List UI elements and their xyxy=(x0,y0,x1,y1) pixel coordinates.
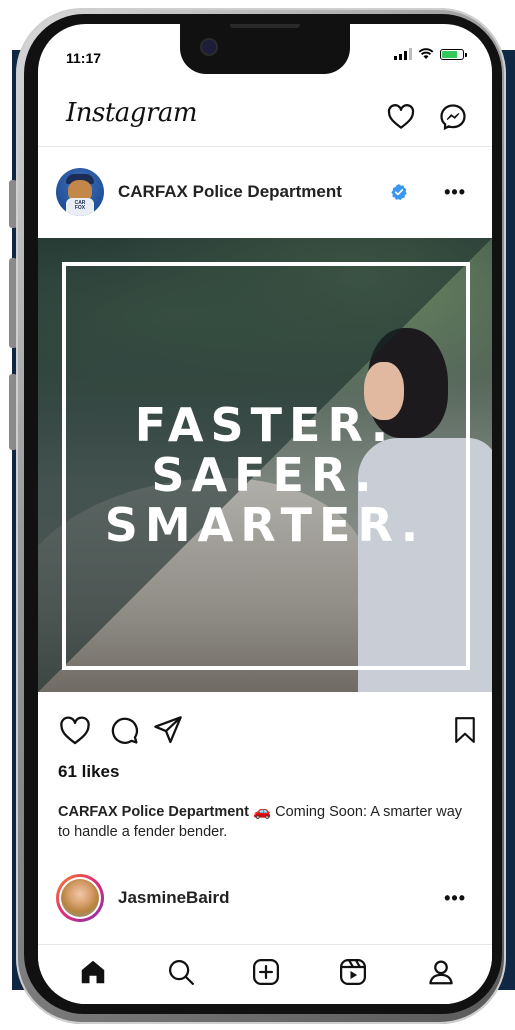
profile-icon[interactable] xyxy=(426,957,456,987)
comment-icon[interactable] xyxy=(108,714,140,746)
avatar[interactable] xyxy=(56,874,104,922)
signal-icon xyxy=(394,48,412,60)
post-image[interactable]: FASTER. SAFER. SMARTER. xyxy=(38,238,492,692)
image-text-line: SMARTER. xyxy=(104,498,426,552)
share-icon[interactable] xyxy=(152,714,184,746)
phone-notch xyxy=(180,24,350,74)
post-header: CAR FOX CARFAX Police Department ••• xyxy=(38,166,492,222)
wifi-icon xyxy=(418,48,434,59)
phone-screen: 11:17 Instagram CAR FOX CARFAX Police De… xyxy=(38,24,492,1004)
heart-icon[interactable] xyxy=(58,714,92,748)
battery-fill xyxy=(442,50,457,58)
more-options-icon[interactable]: ••• xyxy=(444,182,466,203)
instagram-logo[interactable]: Instagram xyxy=(66,98,198,128)
post-username[interactable]: CARFAX Police Department xyxy=(118,182,342,202)
likes-count[interactable]: 61 likes xyxy=(58,762,119,782)
status-time: 11:17 xyxy=(66,50,102,66)
car-emoji: 🚗 xyxy=(253,804,272,820)
front-camera xyxy=(202,40,216,54)
image-headline: FASTER. SAFER. SMARTER. xyxy=(38,400,492,550)
bookmark-icon[interactable] xyxy=(450,714,480,746)
reels-icon[interactable] xyxy=(338,957,368,987)
battery-icon xyxy=(440,48,467,60)
heart-icon[interactable] xyxy=(386,102,416,132)
image-text-line: FASTER. xyxy=(134,398,396,452)
status-icons xyxy=(394,48,467,60)
home-icon[interactable] xyxy=(78,957,108,987)
post-caption: CARFAX Police Department 🚗 Coming Soon: … xyxy=(58,802,468,842)
avatar-badge-text: CAR FOX xyxy=(74,200,86,211)
speaker-grille xyxy=(230,24,300,28)
more-options-icon[interactable]: ••• xyxy=(444,888,466,909)
avatar[interactable]: CAR FOX xyxy=(56,168,104,216)
post-actions xyxy=(38,710,492,750)
caption-username[interactable]: CARFAX Police Department xyxy=(58,804,249,820)
image-text-line: SAFER. xyxy=(151,448,379,502)
next-post-username[interactable]: JasmineBaird xyxy=(118,888,230,908)
messenger-icon[interactable] xyxy=(438,102,468,132)
next-post-header: JasmineBaird ••• xyxy=(38,872,492,928)
add-post-icon[interactable] xyxy=(251,957,281,987)
verified-badge-icon xyxy=(391,184,407,201)
tab-bar xyxy=(38,944,492,1004)
app-header: Instagram xyxy=(38,90,492,147)
search-icon[interactable] xyxy=(166,957,196,987)
